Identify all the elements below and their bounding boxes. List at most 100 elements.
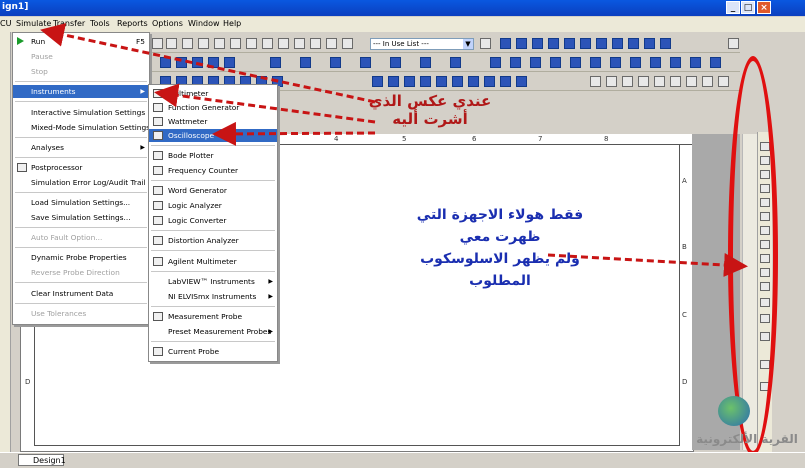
close-button[interactable]: × — [757, 1, 771, 14]
menu-item-stop[interactable]: Stop — [13, 65, 149, 78]
menu-item-multimeter[interactable]: Multimeter — [149, 87, 277, 100]
toolbar-button[interactable] — [294, 38, 305, 49]
menu-item-reverse-probe[interactable]: Reverse Probe Direction — [13, 266, 149, 279]
toolbar-button[interactable] — [728, 38, 739, 49]
maximize-button[interactable]: □ — [741, 1, 755, 14]
menu-item-dynamic-probe[interactable]: Dynamic Probe Properties — [13, 251, 149, 264]
toolbar-button[interactable] — [208, 57, 219, 68]
menu-item-labview[interactable]: LabVIEW™ Instruments ▶ — [149, 275, 277, 288]
toolbar-button[interactable] — [166, 38, 177, 49]
menu-item-measurement-probe[interactable]: Measurement Probe — [149, 310, 277, 323]
toolbar-button[interactable] — [570, 57, 581, 68]
menu-item-auto-fault[interactable]: Auto Fault Option... — [13, 231, 149, 244]
toolbar-button[interactable] — [710, 57, 721, 68]
toolbar-button[interactable] — [622, 76, 633, 87]
toolbar-button[interactable] — [610, 57, 621, 68]
menu-item-logic-converter[interactable]: Logic Converter — [149, 214, 277, 227]
minimize-button[interactable]: _ — [726, 1, 740, 14]
toolbar-button[interactable] — [532, 38, 543, 49]
menu-item-run[interactable]: Run F5 — [13, 35, 149, 48]
menu-window[interactable]: Window — [188, 19, 220, 28]
menu-item-error-log[interactable]: Simulation Error Log/Audit Trail — [13, 176, 149, 189]
toolbar-button[interactable] — [330, 57, 341, 68]
toolbar-button[interactable] — [686, 76, 697, 87]
menu-item-pause[interactable]: Pause — [13, 50, 149, 63]
toolbar-button[interactable] — [270, 57, 281, 68]
toolbar-button[interactable] — [718, 76, 729, 87]
toolbar-button[interactable] — [420, 57, 431, 68]
menu-item-ni-elvismx[interactable]: NI ELVISmx Instruments ▶ — [149, 290, 277, 303]
toolbar-button[interactable] — [484, 76, 495, 87]
in-use-list-combo[interactable]: --- In Use List --- ▼ — [370, 38, 474, 50]
menu-simulate[interactable]: Simulate — [16, 19, 51, 28]
toolbar-button[interactable] — [690, 57, 701, 68]
menu-item-wattmeter[interactable]: Wattmeter — [149, 115, 277, 128]
toolbar-button[interactable] — [310, 38, 321, 49]
menu-cu[interactable]: CU — [0, 19, 11, 28]
tab-design1[interactable]: Design1 — [18, 454, 66, 466]
help-icon[interactable] — [480, 38, 491, 49]
menu-item-bode-plotter[interactable]: Bode Plotter — [149, 149, 277, 162]
menu-item-postprocessor[interactable]: Postprocessor — [13, 161, 149, 174]
menu-item-word-generator[interactable]: Word Generator — [149, 184, 277, 197]
toolbar-button[interactable] — [670, 57, 681, 68]
toolbar-button[interactable] — [490, 57, 501, 68]
toolbar-button[interactable] — [564, 38, 575, 49]
toolbar-button[interactable] — [580, 38, 591, 49]
toolbar-button[interactable] — [606, 76, 617, 87]
toolbar-button[interactable] — [596, 38, 607, 49]
toolbar-button[interactable] — [516, 38, 527, 49]
menu-item-use-tolerances[interactable]: Use Tolerances — [13, 307, 149, 320]
menu-item-save-settings[interactable]: Save Simulation Settings... — [13, 211, 149, 224]
toolbar-button[interactable] — [510, 57, 521, 68]
toolbar-button[interactable] — [390, 57, 401, 68]
toolbar-button[interactable] — [198, 38, 209, 49]
toolbar-button[interactable] — [230, 38, 241, 49]
toolbar-button[interactable] — [468, 76, 479, 87]
menu-item-load-settings[interactable]: Load Simulation Settings... — [13, 196, 149, 209]
menu-item-agilent-multimeter[interactable]: Agilent Multimeter — [149, 255, 277, 268]
toolbar-button[interactable] — [300, 57, 311, 68]
menu-transfer[interactable]: Transfer — [53, 19, 85, 28]
menu-item-instruments[interactable]: Instruments ▶ — [13, 85, 149, 98]
toolbar-button[interactable] — [160, 57, 171, 68]
toolbar-button[interactable] — [628, 38, 639, 49]
toolbar-button[interactable] — [388, 76, 399, 87]
toolbar-button[interactable] — [214, 38, 225, 49]
toolbar-button[interactable] — [550, 57, 561, 68]
toolbar-button[interactable] — [404, 76, 415, 87]
menu-item-clear-instrument[interactable]: Clear Instrument Data — [13, 287, 149, 300]
toolbar-button[interactable] — [278, 38, 289, 49]
toolbar-button[interactable] — [192, 57, 203, 68]
toolbar-button[interactable] — [590, 57, 601, 68]
toolbar-button[interactable] — [670, 76, 681, 87]
toolbar-button[interactable] — [516, 76, 527, 87]
toolbar-button[interactable] — [590, 76, 601, 87]
toolbar-button[interactable] — [660, 38, 671, 49]
toolbar-button[interactable] — [450, 57, 461, 68]
menu-item-interactive-settings[interactable]: Interactive Simulation Settings — [13, 106, 149, 119]
toolbar-button[interactable] — [246, 38, 257, 49]
toolbar-button[interactable] — [500, 38, 511, 49]
toolbar-button[interactable] — [638, 76, 649, 87]
toolbar-button[interactable] — [644, 38, 655, 49]
toolbar-button[interactable] — [452, 76, 463, 87]
menu-item-preset-probes[interactable]: Preset Measurement Probes ▶ — [149, 325, 277, 338]
toolbar-button[interactable] — [360, 57, 371, 68]
toolbar-button[interactable] — [436, 76, 447, 87]
toolbar-button[interactable] — [500, 76, 511, 87]
toolbar-button[interactable] — [702, 76, 713, 87]
toolbar-button[interactable] — [224, 57, 235, 68]
menu-item-current-probe[interactable]: Current Probe — [149, 345, 277, 358]
menu-item-distortion-analyzer[interactable]: Distortion Analyzer — [149, 234, 277, 247]
menu-item-analyses[interactable]: Analyses ▶ — [13, 141, 149, 154]
toolbar-button[interactable] — [262, 38, 273, 49]
toolbar-button[interactable] — [654, 76, 665, 87]
toolbar-button[interactable] — [650, 57, 661, 68]
toolbar-button[interactable] — [630, 57, 641, 68]
menu-item-frequency-counter[interactable]: Frequency Counter — [149, 164, 277, 177]
menu-reports[interactable]: Reports — [117, 19, 148, 28]
menu-options[interactable]: Options — [152, 19, 183, 28]
chevron-down-icon[interactable]: ▼ — [463, 39, 473, 49]
menu-item-mixed-mode-settings[interactable]: Mixed-Mode Simulation Settings — [13, 121, 150, 134]
